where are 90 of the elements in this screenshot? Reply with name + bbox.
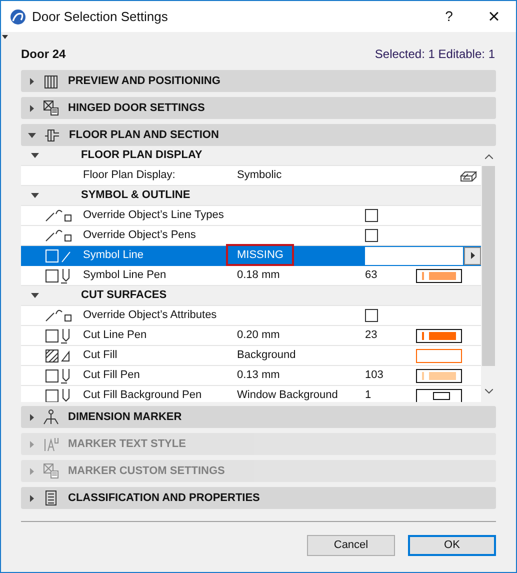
expanded-arrow-icon (31, 293, 39, 298)
collapsed-arrow-icon (30, 104, 34, 112)
property-row[interactable]: Symbol Line Pen 0.18 mm 63 (21, 266, 482, 286)
property-value: Background (237, 348, 296, 364)
section-icon (43, 100, 59, 116)
panel-header[interactable]: CLASSIFICATION AND PROPERTIES (21, 487, 496, 509)
property-row[interactable]: Symbol Line MISSING (21, 246, 482, 266)
property-row[interactable]: Cut Fill Background (21, 346, 482, 366)
expanded-arrow-icon (28, 132, 36, 138)
collapsed-arrow-icon (30, 494, 34, 502)
section-icon (43, 463, 59, 479)
collapsed-arrow-icon (30, 414, 34, 420)
section-icon (43, 490, 59, 506)
property-value: MISSING (226, 244, 294, 266)
panel-title: PREVIEW AND POSITIONING (68, 74, 220, 89)
expanded-arrow-icon (31, 193, 39, 198)
property-row[interactable]: Override Object’s Attributes (21, 306, 482, 326)
row-icon (45, 247, 73, 264)
ok-button[interactable]: OK (408, 535, 496, 556)
section-icon (43, 409, 59, 425)
selection-info: Selected: 1 Editable: 1 (374, 46, 495, 63)
help-button[interactable]: ? (434, 2, 464, 32)
panel-header[interactable]: PREVIEW AND POSITIONING (21, 70, 496, 92)
section-icon (44, 127, 60, 143)
line-type-field[interactable] (365, 246, 463, 264)
section-icon (43, 73, 59, 89)
property-label: Cut Fill Background Pen (83, 388, 203, 402)
checkbox[interactable] (365, 209, 378, 222)
property-row[interactable]: Override Object’s Line Types (21, 206, 482, 226)
app-logo-icon (10, 8, 26, 24)
pen-number: 103 (365, 368, 384, 384)
property-label: Symbol Line (83, 248, 145, 264)
collapsed-arrow-icon (30, 78, 34, 84)
property-label: Override Object’s Line Types (83, 208, 225, 224)
row-icon (45, 207, 73, 224)
panel-title: DIMENSION MARKER (68, 410, 182, 425)
property-value: 0.18 mm (237, 268, 280, 284)
panel-title: HINGED DOOR SETTINGS (68, 100, 205, 116)
scroll-up-icon[interactable] (485, 154, 494, 159)
group-title: CUT SURFACES (81, 288, 167, 304)
property-row[interactable]: Override Object’s Pens (21, 226, 482, 246)
property-row[interactable]: Floor Plan Display: Symbolic (21, 166, 482, 186)
panel-header[interactable]: FLOOR PLAN AND SECTION (21, 124, 496, 146)
caret-icon (470, 252, 474, 259)
property-value: Window Background (237, 388, 338, 402)
property-label: Symbol Line Pen (83, 268, 168, 284)
property-row[interactable]: Cut Line Pen 0.20 mm 23 (21, 326, 482, 346)
panel-title: MARKER CUSTOM SETTINGS (68, 464, 225, 479)
property-label: Cut Fill (83, 348, 118, 364)
collapse-icon[interactable] (2, 35, 8, 39)
pen-swatch[interactable] (416, 368, 462, 382)
collapsed-arrow-icon (30, 440, 34, 448)
row-icon (45, 227, 73, 244)
group-title: FLOOR PLAN DISPLAY (81, 148, 202, 164)
close-button[interactable]: × (474, 2, 514, 32)
line-type-picker-button[interactable] (464, 246, 481, 264)
property-value: 0.20 mm (237, 328, 280, 344)
section-icon (43, 436, 59, 452)
row-icon (45, 307, 73, 324)
property-value: 0.13 mm (237, 368, 280, 384)
property-row[interactable]: Cut Fill Pen 0.13 mm 103 (21, 366, 482, 386)
pen-number: 23 (365, 328, 378, 344)
collapsed-arrow-icon (30, 468, 34, 474)
checkbox[interactable] (365, 229, 378, 242)
property-label: Floor Plan Display: (83, 168, 176, 184)
expanded-arrow-icon (31, 153, 39, 158)
display-mode-icon[interactable] (460, 168, 477, 182)
pen-swatch[interactable] (416, 328, 462, 342)
property-label: Override Object’s Attributes (83, 308, 218, 324)
property-label: Cut Line Pen (83, 328, 148, 344)
pen-swatch[interactable] (416, 268, 462, 282)
panel-header[interactable]: DIMENSION MARKER (21, 406, 496, 428)
pen-number: 1 (365, 388, 372, 402)
panel-header[interactable]: HINGED DOOR SETTINGS (21, 97, 496, 119)
panel-title: CLASSIFICATION AND PROPERTIES (68, 490, 260, 506)
element-name: Door 24 (21, 46, 66, 63)
panel-title: MARKER TEXT STYLE (68, 436, 186, 452)
panel-title: FLOOR PLAN AND SECTION (69, 128, 219, 143)
window-title: Door Selection Settings (32, 8, 168, 26)
pen-swatch[interactable] (416, 388, 462, 402)
property-label: Cut Fill Pen (83, 368, 141, 384)
pen-number: 63 (365, 268, 378, 284)
group-title: SYMBOL & OUTLINE (81, 188, 190, 204)
fill-swatch[interactable] (416, 348, 462, 362)
scroll-down-icon[interactable] (485, 389, 494, 394)
property-label: Override Object’s Pens (83, 228, 197, 244)
property-row[interactable]: Cut Fill Background Pen Window Background 1 (21, 386, 482, 402)
cancel-button[interactable]: Cancel (307, 535, 395, 556)
checkbox[interactable] (365, 309, 378, 322)
property-value: Symbolic (237, 168, 282, 184)
